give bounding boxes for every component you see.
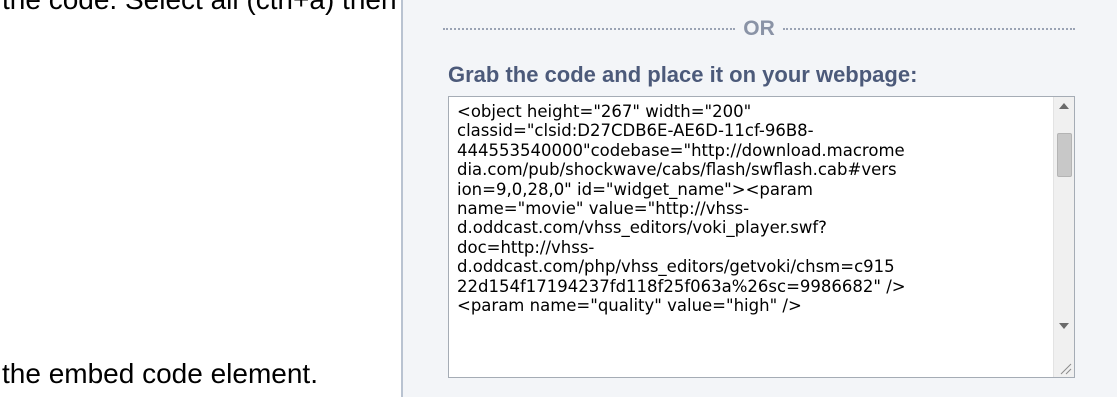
separator-line-right (782, 28, 1075, 30)
embed-code-textarea[interactable]: <object height="267" width="200" classid=… (448, 96, 1075, 378)
embed-code-text[interactable]: <object height="267" width="200" classid=… (457, 102, 1035, 376)
scrollbar-thumb[interactable] (1057, 133, 1072, 177)
code-line: dia.com/pub/shockwave/cabs/flash/swflash… (457, 160, 897, 180)
code-line: <object height="267" width="200" (457, 102, 752, 121)
code-line: 444553540000"codebase="http://download.m… (457, 140, 905, 160)
document-text-bottom-line: the embed code element. (2, 358, 318, 389)
code-line: ion=9,0,28,0" id="widget_name"><param (457, 179, 813, 199)
triangle-down-icon[interactable] (1059, 323, 1069, 329)
or-separator: OR (443, 17, 1075, 41)
code-line: name="movie" value="http://vhss- (457, 199, 750, 219)
code-line: d.oddcast.com/php/vhss_editors/getvoki/c… (457, 257, 895, 277)
code-line: d.oddcast.com/vhss_editors/voki_player.s… (457, 218, 827, 238)
code-line: <param name="quality" value="high" /> (457, 296, 802, 316)
resize-grip-icon[interactable] (1055, 358, 1073, 376)
code-line: classid="clsid:D27CDB6E-AE6D-11cf-96B8- (457, 121, 814, 141)
triangle-up-icon[interactable] (1059, 103, 1069, 109)
separator-label: OR (743, 17, 775, 40)
code-line: 22d154f17194237fd118f25f063a%26sc=998668… (457, 276, 906, 296)
code-line: doc=http://vhss- (457, 237, 595, 257)
code-section-heading: Grab the code and place it on your webpa… (448, 62, 918, 87)
code-vertical-scrollbar[interactable] (1053, 97, 1074, 377)
separator-line-left (443, 28, 736, 30)
embed-code-panel: OR Grab the code and place it on your we… (401, 0, 1117, 397)
